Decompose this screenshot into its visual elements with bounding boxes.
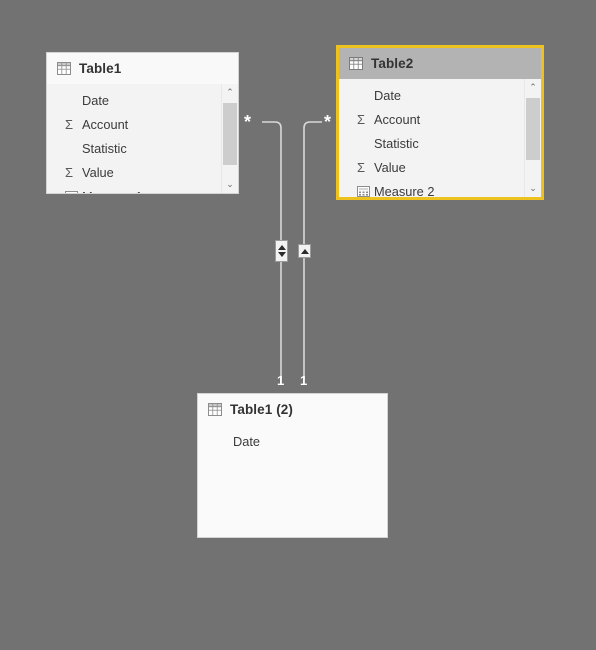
cardinality-many-table2: *	[324, 112, 332, 132]
table-grid-icon	[57, 62, 71, 75]
measure-icon-wrap	[357, 185, 374, 197]
field-row[interactable]: Date	[47, 88, 220, 112]
field-label: Account	[374, 111, 421, 127]
scroll-track[interactable]	[223, 101, 238, 176]
table-card-table2[interactable]: Table2 Date Σ Account Statistic Σ Value …	[336, 45, 544, 200]
table1-title: Table1	[79, 61, 122, 76]
field-row[interactable]: Σ Value	[47, 160, 220, 184]
field-row[interactable]: Measure 1	[47, 184, 220, 194]
field-row[interactable]: Σ Account	[339, 107, 523, 131]
cardinality-one-right: 1	[300, 373, 308, 388]
field-label: Value	[374, 159, 406, 175]
scroll-up-icon[interactable]: ⌃	[222, 84, 238, 101]
scroll-thumb[interactable]	[526, 98, 540, 160]
measure-icon-wrap	[65, 190, 82, 193]
table1-body: Date Σ Account Statistic Σ Value ⌃ ⌄	[47, 84, 238, 193]
table1-scrollbar[interactable]: ⌃ ⌄	[221, 84, 238, 193]
field-row[interactable]: Date	[339, 83, 523, 107]
sigma-icon: Σ	[65, 164, 74, 180]
field-label: Statistic	[82, 140, 127, 156]
field-label: Date	[374, 87, 402, 103]
arrow-up-icon	[300, 248, 309, 254]
scroll-up-icon[interactable]: ⌃	[525, 79, 541, 96]
table2-scrollbar[interactable]: ⌃ ⌄	[524, 79, 541, 197]
field-label: Value	[82, 164, 114, 180]
measure-icon	[357, 185, 370, 197]
field-row[interactable]: Σ Value	[339, 155, 523, 179]
cardinality-one-left: 1	[277, 373, 285, 388]
sigma-icon: Σ	[357, 159, 366, 175]
cardinality-many-table1: *	[244, 112, 252, 132]
table2-header[interactable]: Table2	[339, 48, 541, 79]
table2-body: Date Σ Account Statistic Σ Value Measure…	[339, 79, 541, 197]
table1-2-header[interactable]: Table1 (2)	[198, 394, 387, 425]
field-row[interactable]: Σ Account	[47, 112, 220, 136]
field-label: Measure 2	[374, 183, 435, 199]
table1-2-field-list: Date	[198, 425, 387, 537]
scroll-track[interactable]	[526, 96, 541, 180]
cross-filter-both-icon[interactable]	[275, 240, 288, 262]
arrow-up-icon	[277, 245, 286, 250]
table-card-table1[interactable]: Table1 Date Σ Account Statistic Σ Value …	[46, 52, 239, 194]
cross-filter-single-icon[interactable]	[298, 244, 311, 258]
measure-icon	[65, 190, 78, 193]
table1-2-title: Table1 (2)	[230, 402, 294, 417]
field-label: Account	[82, 116, 129, 132]
table1-header[interactable]: Table1	[47, 53, 238, 84]
table2-title: Table2	[371, 56, 414, 71]
field-label: Measure 1	[82, 189, 142, 194]
field-row[interactable]: Statistic	[339, 131, 523, 155]
field-label: Statistic	[374, 135, 419, 151]
table-grid-icon	[208, 403, 222, 416]
table1-2-body: Date	[198, 425, 387, 537]
model-diagram-canvas[interactable]: * * 1 1 Table1 Date Σ Account Statistic …	[0, 0, 596, 650]
field-label: Date	[233, 433, 261, 449]
table2-field-list: Date Σ Account Statistic Σ Value Measure…	[339, 79, 523, 197]
table-grid-icon	[349, 57, 363, 70]
field-row[interactable]: Date	[198, 429, 387, 453]
field-label: Date	[82, 92, 110, 108]
field-row[interactable]: Statistic	[47, 136, 220, 160]
arrow-down-icon	[277, 252, 286, 257]
table-card-table1-2[interactable]: Table1 (2) Date	[197, 393, 388, 538]
scroll-down-icon[interactable]: ⌄	[222, 176, 238, 193]
sigma-icon: Σ	[65, 116, 74, 132]
scroll-down-icon[interactable]: ⌄	[525, 180, 541, 197]
sigma-icon: Σ	[357, 111, 366, 127]
table1-field-list: Date Σ Account Statistic Σ Value	[47, 84, 220, 193]
scroll-thumb[interactable]	[223, 103, 237, 165]
field-row[interactable]: Measure 2	[339, 179, 523, 199]
